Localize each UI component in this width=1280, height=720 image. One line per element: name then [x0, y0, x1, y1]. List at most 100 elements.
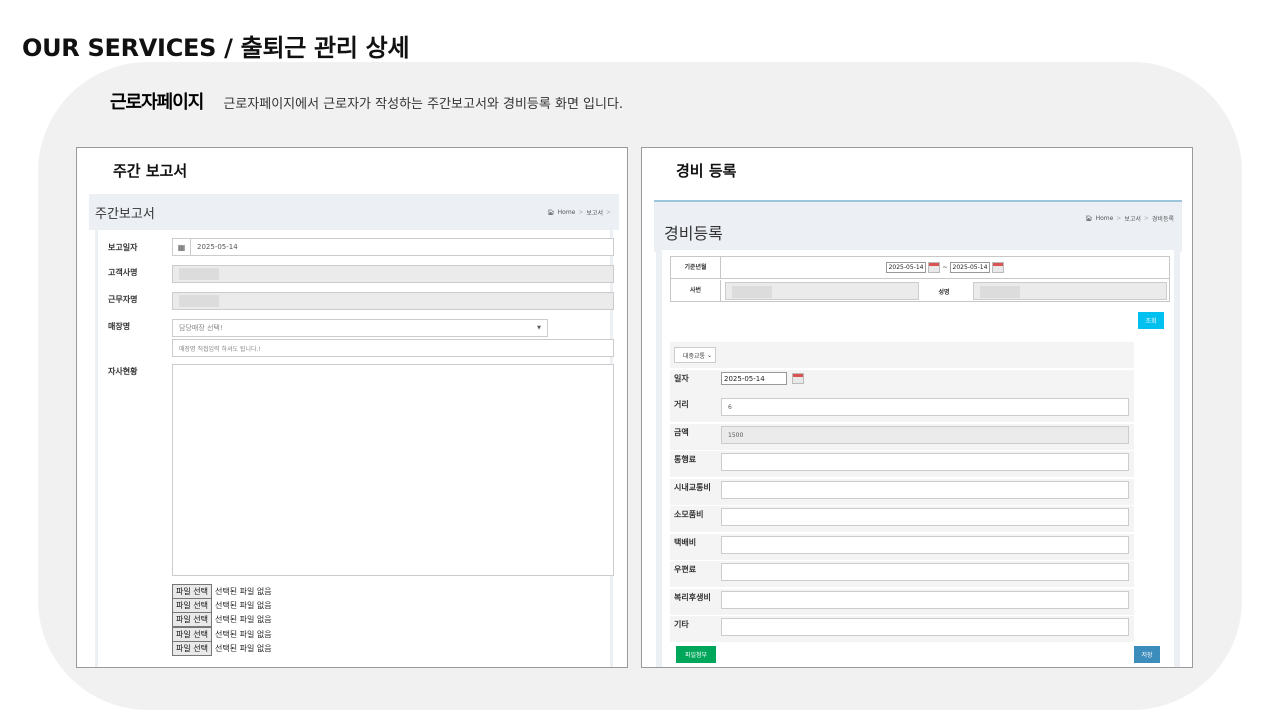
intro-label: 근로자페이지 [110, 92, 204, 113]
query-row-employee: 사번 성명 [671, 280, 1169, 302]
postage-row: 우편료 [670, 561, 1134, 587]
file-input-1[interactable]: 파일 선택 선택된 파일 없음 [172, 584, 272, 599]
intro: 근로자페이지 근로자페이지에서 근로자가 작성하는 주간보고서와 경비등록 화면… [110, 88, 623, 114]
postage-label: 우편료 [674, 565, 697, 574]
expense-header: 경비등록 🏠︎ Home > 보고서 > 경비등록 [654, 202, 1182, 252]
breadcrumb-mid[interactable]: 보고서 [1124, 214, 1141, 223]
emp-no-label: 사번 [671, 280, 721, 302]
date-row: 일자 2025-05-14 [670, 370, 1134, 396]
breadcrumb-home[interactable]: Home [1096, 215, 1114, 222]
expense-heading: 경비 등록 [676, 162, 737, 180]
amount-label: 금액 [674, 428, 689, 437]
report-date-value: 2025-05-14 [197, 243, 238, 251]
store-select[interactable]: 담당매장 선택! ▼ [172, 319, 548, 337]
worker-label: 근무자명 [108, 295, 138, 304]
breadcrumb-separator: > [1116, 215, 1122, 222]
intro-description: 근로자페이지에서 근로자가 작성하는 주간보고서와 경비등록 화면 입니다. [223, 97, 624, 112]
report-date-label: 보고일자 [108, 243, 138, 252]
toll-row: 통행료 [670, 451, 1134, 477]
file-select-button[interactable]: 파일 선택 [172, 641, 212, 656]
breadcrumb-separator: > [1143, 215, 1149, 222]
local-transport-label: 시내교통비 [674, 483, 711, 492]
file-input-4[interactable]: 파일 선택 선택된 파일 없음 [172, 627, 272, 642]
supplies-input[interactable] [721, 508, 1129, 526]
file-input-5[interactable]: 파일 선택 선택된 파일 없음 [172, 641, 272, 656]
attach-file-button[interactable]: 파일첨부 [676, 646, 716, 663]
weekly-report-title: 주간보고서 [95, 206, 155, 222]
home-icon[interactable]: 🏠︎ [547, 209, 555, 216]
client-label: 고객사명 [108, 268, 138, 277]
welfare-input[interactable] [721, 591, 1129, 609]
distance-input[interactable]: 6 [721, 398, 1129, 416]
supplies-row: 소모품비 [670, 506, 1134, 532]
file-status: 선택된 파일 없음 [214, 587, 272, 596]
other-row: 기타 [670, 616, 1134, 642]
other-input[interactable] [721, 618, 1129, 636]
amount-input: 1500 [721, 426, 1129, 444]
file-select-button[interactable]: 파일 선택 [172, 584, 212, 599]
store-select-placeholder: 담당매장 선택! [179, 324, 223, 332]
transport-select-value: 대중교통 [683, 352, 706, 360]
file-status: 선택된 파일 없음 [214, 601, 272, 610]
name-label: 성명 [938, 288, 950, 296]
date-label: 일자 [674, 374, 689, 383]
store-direct-placeholder: 매장명 직접입력 하셔도 됩니다.! [179, 345, 261, 353]
amount-value: 1500 [728, 431, 744, 439]
expense-title: 경비등록 [664, 224, 723, 243]
redacted-value [980, 286, 1020, 298]
delivery-label: 택배비 [674, 538, 697, 547]
page-title: OUR SERVICES / 출퇴근 관리 상세 [22, 34, 410, 62]
other-label: 기타 [674, 620, 689, 629]
name-field [973, 282, 1167, 300]
save-button[interactable]: 저장 [1134, 646, 1160, 663]
distance-label: 거리 [674, 400, 689, 409]
query-row-month: 기준년월 2025-05-14 ~ 2025-05-14 [671, 256, 1169, 279]
breadcrumb-separator: > [605, 208, 611, 216]
file-input-2[interactable]: 파일 선택 선택된 파일 없음 [172, 598, 272, 613]
weekly-report-heading: 주간 보고서 [113, 162, 188, 180]
base-month-label: 기준년월 [671, 256, 721, 279]
date-range: 2025-05-14 ~ 2025-05-14 [721, 262, 1169, 273]
date-from-input[interactable]: 2025-05-14 [885, 262, 927, 273]
expense-form: 기준년월 2025-05-14 ~ 2025-05-14 사번 성명 조회 대중… [656, 250, 1180, 667]
weekly-report-form: 보고일자 ▦ 2025-05-14 고객사명 근무자명 매장명 담당매장 선택!… [95, 230, 614, 667]
local-transport-row: 시내교통비 [670, 479, 1134, 505]
delivery-input[interactable] [721, 536, 1129, 554]
postage-input[interactable] [721, 563, 1129, 581]
calendar-icon: ▦ [173, 239, 191, 255]
status-textarea[interactable] [172, 364, 614, 576]
file-select-button[interactable]: 파일 선택 [172, 627, 212, 642]
local-transport-input[interactable] [721, 481, 1129, 499]
store-label: 매장명 [108, 322, 131, 331]
transport-select[interactable]: 대중교통 ⌄ [674, 347, 716, 363]
welfare-row: 복리후생비 [670, 589, 1134, 615]
store-direct-input[interactable]: 매장명 직접입력 하셔도 됩니다.! [172, 339, 614, 357]
distance-value: 6 [728, 403, 732, 411]
breadcrumb: 🏠︎ Home > 보고서 > 경비등록 [1085, 214, 1174, 223]
home-icon[interactable]: 🏠︎ [1085, 215, 1093, 222]
supplies-label: 소모품비 [674, 510, 704, 519]
toll-input[interactable] [721, 453, 1129, 471]
chevron-down-icon: ▼ [537, 325, 541, 331]
search-button[interactable]: 조회 [1138, 312, 1164, 329]
calendar-icon[interactable] [928, 262, 941, 273]
expense-screenshot: 경비 등록 경비등록 🏠︎ Home > 보고서 > 경비등록 기준년월 202… [641, 147, 1193, 668]
file-status: 선택된 파일 없음 [214, 644, 272, 653]
date-input[interactable]: 2025-05-14 [721, 372, 787, 385]
welfare-label: 복리후생비 [674, 593, 711, 602]
calendar-icon[interactable] [792, 373, 804, 384]
breadcrumb-current: 보고서 [586, 209, 603, 217]
breadcrumb-home[interactable]: Home [558, 209, 576, 216]
file-select-button[interactable]: 파일 선택 [172, 598, 212, 613]
expense-app: 경비등록 🏠︎ Home > 보고서 > 경비등록 기준년월 2025-05-1… [654, 200, 1182, 667]
emp-no-field [725, 282, 919, 300]
client-field [172, 265, 614, 283]
query-table: 기준년월 2025-05-14 ~ 2025-05-14 사번 성명 [670, 256, 1170, 302]
date-to-input[interactable]: 2025-05-14 [949, 262, 991, 273]
file-input-3[interactable]: 파일 선택 선택된 파일 없음 [172, 612, 272, 627]
calendar-icon[interactable] [992, 262, 1005, 273]
redacted-value [179, 295, 219, 307]
distance-row: 거리 6 [670, 396, 1134, 422]
file-select-button[interactable]: 파일 선택 [172, 612, 212, 627]
report-date-input[interactable]: ▦ 2025-05-14 [172, 238, 614, 256]
